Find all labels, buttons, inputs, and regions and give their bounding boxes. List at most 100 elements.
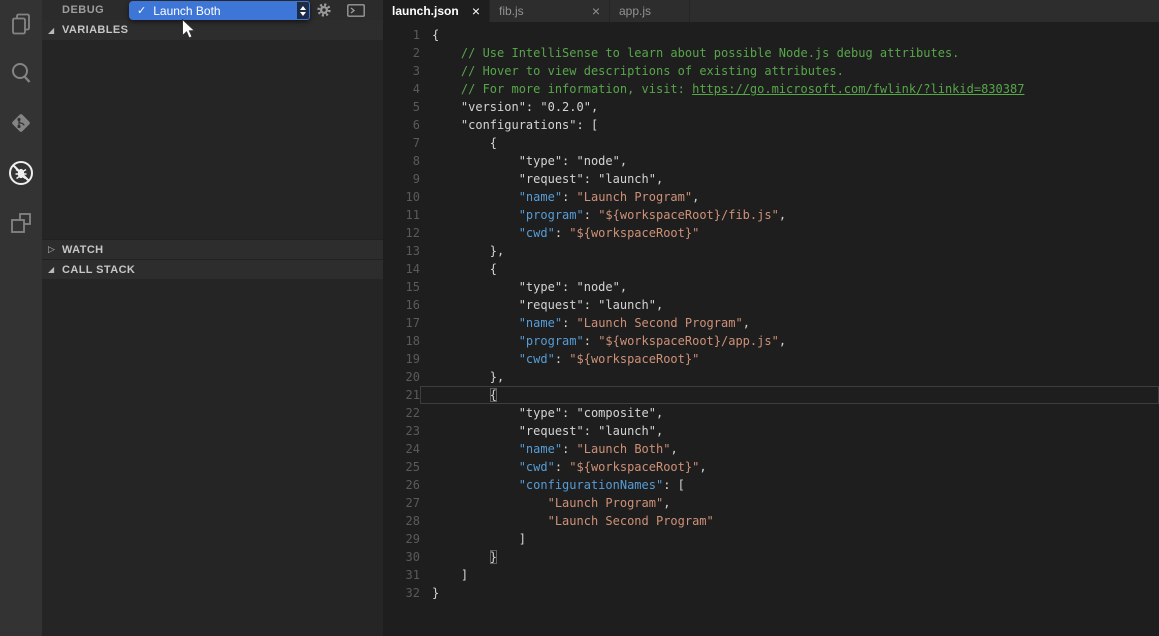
code-line[interactable]: 10 "name": "Launch Program", [383,188,1159,206]
code-line[interactable]: 16 "request": "launch", [383,296,1159,314]
line-number[interactable]: 9 [383,170,420,188]
line-number[interactable]: 2 [383,44,420,62]
code-line[interactable]: 19 "cwd": "${workspaceRoot}" [383,350,1159,368]
line-content[interactable]: "configurations": [ [420,116,1159,134]
line-content[interactable]: { [420,26,1159,44]
line-number[interactable]: 21 [383,386,420,404]
sidebar-item-explorer[interactable] [0,0,42,48]
line-content[interactable]: "request": "launch", [420,422,1159,440]
line-number[interactable]: 3 [383,62,420,80]
code-line[interactable]: 4 // For more information, visit: https:… [383,80,1159,98]
line-content[interactable]: ] [420,566,1159,584]
line-number[interactable]: 23 [383,422,420,440]
line-content[interactable]: // Use IntelliSense to learn about possi… [420,44,1159,62]
line-content[interactable]: "request": "launch", [420,170,1159,188]
code-line[interactable]: 20 }, [383,368,1159,386]
select-stepper-icon[interactable] [296,1,310,20]
line-number[interactable]: 30 [383,548,420,566]
line-content[interactable]: "configurationNames": [ [420,476,1159,494]
line-content[interactable]: "version": "0.2.0", [420,98,1159,116]
code-line[interactable]: 1{ [383,26,1159,44]
line-content[interactable]: "request": "launch", [420,296,1159,314]
line-content[interactable]: "name": "Launch Program", [420,188,1159,206]
code-line[interactable]: 14 { [383,260,1159,278]
line-number[interactable]: 26 [383,476,420,494]
section-header-call-stack[interactable]: ◢ CALL STACK [42,259,383,279]
selected-option[interactable]: ✓ Launch Both [129,1,300,20]
code-line[interactable]: 6 "configurations": [ [383,116,1159,134]
line-content[interactable]: "type": "node", [420,152,1159,170]
line-number[interactable]: 19 [383,350,420,368]
code-line[interactable]: 26 "configurationNames": [ [383,476,1159,494]
code-editor[interactable]: 1{2 // Use IntelliSense to learn about p… [383,22,1159,636]
line-content[interactable]: { [420,134,1159,152]
line-number[interactable]: 5 [383,98,420,116]
line-number[interactable]: 8 [383,152,420,170]
line-number[interactable]: 7 [383,134,420,152]
code-line[interactable]: 9 "request": "launch", [383,170,1159,188]
debug-console-button[interactable] [347,4,365,17]
tab-close-icon[interactable]: × [472,4,480,18]
line-content[interactable]: } [420,548,1159,566]
line-number[interactable]: 14 [383,260,420,278]
line-number[interactable]: 13 [383,242,420,260]
line-content[interactable]: "cwd": "${workspaceRoot}", [420,458,1159,476]
variables-panel-body[interactable] [42,40,383,239]
line-content[interactable]: "program": "${workspaceRoot}/app.js", [420,332,1159,350]
section-header-variables[interactable]: ◢ VARIABLES [42,20,383,40]
code-line[interactable]: 23 "request": "launch", [383,422,1159,440]
line-number[interactable]: 25 [383,458,420,476]
line-content[interactable]: "type": "composite", [420,404,1159,422]
line-number[interactable]: 12 [383,224,420,242]
line-number[interactable]: 17 [383,314,420,332]
line-content[interactable]: "cwd": "${workspaceRoot}" [420,350,1159,368]
code-line[interactable]: 2 // Use IntelliSense to learn about pos… [383,44,1159,62]
code-line[interactable]: 28 "Launch Second Program" [383,512,1159,530]
code-line[interactable]: 17 "name": "Launch Second Program", [383,314,1159,332]
code-line[interactable]: 7 { [383,134,1159,152]
sidebar-item-extensions[interactable] [0,198,42,248]
line-content[interactable]: "name": "Launch Both", [420,440,1159,458]
line-content[interactable]: { [420,386,1159,404]
line-content[interactable]: "Launch Second Program" [420,512,1159,530]
tab-launch.json[interactable]: launch.json× [383,0,490,22]
line-number[interactable]: 24 [383,440,420,458]
code-line[interactable]: 13 }, [383,242,1159,260]
code-line[interactable]: 30 } [383,548,1159,566]
line-content[interactable]: "cwd": "${workspaceRoot}" [420,224,1159,242]
tab-close-icon[interactable]: × [592,4,600,18]
sidebar-item-search[interactable] [0,48,42,98]
code-line[interactable]: 5 "version": "0.2.0", [383,98,1159,116]
line-content[interactable]: "program": "${workspaceRoot}/fib.js", [420,206,1159,224]
code-line[interactable]: 24 "name": "Launch Both", [383,440,1159,458]
line-number[interactable]: 11 [383,206,420,224]
configure-button[interactable] [316,2,332,18]
line-number[interactable]: 4 [383,80,420,98]
line-number[interactable]: 22 [383,404,420,422]
line-number[interactable]: 16 [383,296,420,314]
debug-config-select[interactable]: ✓ Launch Both [129,1,310,20]
line-content[interactable]: } [420,584,1159,602]
line-content[interactable]: { [420,260,1159,278]
code-line[interactable]: 25 "cwd": "${workspaceRoot}", [383,458,1159,476]
code-line[interactable]: 29 ] [383,530,1159,548]
sidebar-item-debug[interactable] [0,148,42,198]
code-line[interactable]: 31 ] [383,566,1159,584]
line-content[interactable]: // For more information, visit: https://… [420,80,1159,98]
code-line[interactable]: 8 "type": "node", [383,152,1159,170]
line-number[interactable]: 6 [383,116,420,134]
line-number[interactable]: 27 [383,494,420,512]
line-content[interactable]: // Hover to view descriptions of existin… [420,62,1159,80]
line-content[interactable]: "Launch Program", [420,494,1159,512]
line-number[interactable]: 15 [383,278,420,296]
code-line[interactable]: 27 "Launch Program", [383,494,1159,512]
call-stack-panel-body[interactable] [42,279,383,636]
line-number[interactable]: 31 [383,566,420,584]
line-content[interactable]: }, [420,368,1159,386]
code-line[interactable]: 15 "type": "node", [383,278,1159,296]
line-number[interactable]: 10 [383,188,420,206]
line-number[interactable]: 20 [383,368,420,386]
code-line[interactable]: 32} [383,584,1159,602]
code-line[interactable]: 18 "program": "${workspaceRoot}/app.js", [383,332,1159,350]
tab-app.js[interactable]: app.js [610,0,690,22]
